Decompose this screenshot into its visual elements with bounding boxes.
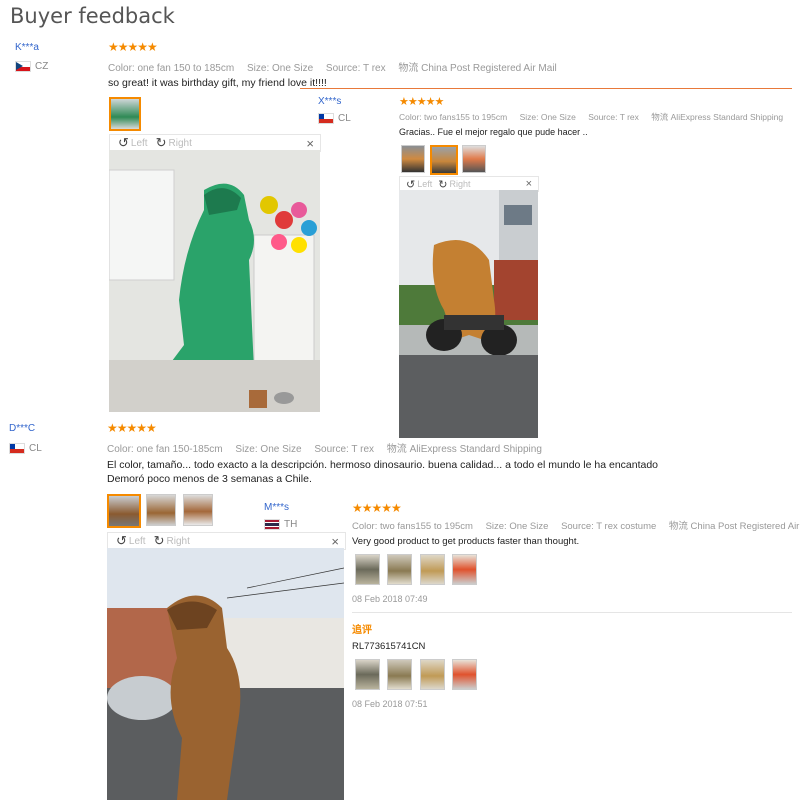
- review-photo-thumb[interactable]: [107, 494, 141, 528]
- review-photo-thumb[interactable]: [355, 554, 380, 585]
- reviewer-name[interactable]: K***a: [15, 42, 39, 53]
- rating-stars: ★★★★★: [107, 421, 157, 435]
- order-source: Source: T rex: [588, 112, 639, 122]
- rotate-left-icon: ↺: [406, 178, 416, 191]
- rotate-left-label: Left: [128, 535, 146, 547]
- rotate-left-icon: ↺: [118, 135, 129, 150]
- review-photo-large: [107, 548, 344, 800]
- country-code: TH: [284, 519, 298, 530]
- followup-label: 追评: [352, 625, 372, 636]
- review-photo-thumb[interactable]: [420, 554, 445, 585]
- flag-cl-icon: [318, 113, 334, 124]
- rotate-left-button[interactable]: ↺ Left: [118, 135, 148, 151]
- order-size: Size: One Size: [519, 112, 576, 122]
- review-photo-thumb[interactable]: [401, 145, 425, 173]
- page-title: Buyer feedback: [10, 4, 175, 28]
- review-photo-thumb[interactable]: [387, 659, 412, 690]
- review-text: so great! it was birthday gift, my frien…: [108, 77, 327, 89]
- review-photo-thumb[interactable]: [146, 494, 176, 526]
- close-viewer-button[interactable]: ×: [331, 534, 339, 549]
- order-color: Color: one fan 150 to 185cm: [108, 63, 235, 74]
- review-text: Demoró poco menos de 3 semanas a Chile.: [107, 473, 312, 485]
- order-size: Size: One Size: [235, 444, 302, 455]
- flag-cl-icon: [9, 443, 25, 454]
- order-shipping: 物流 AliExpress Standard Shipping: [651, 112, 784, 122]
- rotate-right-button[interactable]: ↻ Right: [438, 178, 470, 191]
- order-shipping: 物流 China Post Registered Air Mail: [668, 521, 800, 532]
- review-photo-thumb[interactable]: [452, 659, 477, 690]
- reviewer-country: TH: [264, 519, 297, 530]
- order-info: Color: two fans155 to 195cm Size: One Si…: [399, 111, 793, 123]
- order-shipping: 物流 China Post Registered Air Mail: [398, 63, 557, 74]
- rotate-right-icon: ↻: [438, 178, 448, 191]
- close-viewer-button[interactable]: ×: [526, 178, 532, 190]
- review-photo-thumb[interactable]: [430, 145, 458, 175]
- review-date: 08 Feb 2018 07:49: [352, 594, 428, 604]
- rotate-right-button[interactable]: ↻ Right: [156, 135, 192, 151]
- reviewer-name[interactable]: X***s: [318, 96, 341, 107]
- order-shipping: 物流 AliExpress Standard Shipping: [386, 444, 542, 455]
- reviewer-country: CL: [318, 113, 351, 124]
- reviewer-name[interactable]: M***s: [264, 502, 289, 513]
- rotate-right-button[interactable]: ↻ Right: [154, 533, 190, 549]
- order-info: Color: one fan 150-185cm Size: One Size …: [107, 440, 552, 455]
- review-text: Very good product to get products faster…: [352, 536, 580, 547]
- order-color: Color: two fans155 to 195cm: [352, 521, 473, 532]
- review-photo-thumb[interactable]: [452, 554, 477, 585]
- rating-stars: ★★★★★: [108, 40, 158, 54]
- rotate-left-button[interactable]: ↺ Left: [406, 178, 432, 191]
- review-photo-thumb[interactable]: [462, 145, 486, 173]
- review-photo-large: [399, 190, 538, 438]
- review-photo-thumb[interactable]: [387, 554, 412, 585]
- review-photo-thumb[interactable]: [420, 659, 445, 690]
- rotate-left-label: Left: [130, 137, 148, 149]
- review-photo-thumb[interactable]: [109, 97, 141, 131]
- order-size: Size: One Size: [485, 521, 549, 532]
- order-color: Color: one fan 150-185cm: [107, 444, 223, 455]
- rotate-right-label: Right: [166, 535, 190, 547]
- country-code: CL: [338, 113, 351, 124]
- order-source: Source: T rex: [325, 63, 386, 74]
- review-text: Gracias.. Fue el mejor regalo que pude h…: [399, 127, 588, 137]
- reviewer-country: CZ: [15, 61, 48, 72]
- country-code: CL: [29, 443, 42, 454]
- review-photo-thumb[interactable]: [355, 659, 380, 690]
- order-size: Size: One Size: [246, 63, 314, 74]
- country-code: CZ: [35, 61, 49, 72]
- review-text: El color, tamaño... todo exacto a la des…: [107, 459, 659, 471]
- rotate-left-label: Left: [417, 179, 433, 189]
- flag-cz-icon: [15, 61, 31, 72]
- rating-stars: ★★★★★: [399, 96, 444, 108]
- order-info: Color: two fans155 to 195cm Size: One Si…: [352, 518, 800, 532]
- rotate-right-icon: ↻: [155, 135, 167, 150]
- flag-th-icon: [264, 519, 280, 530]
- order-source: Source: T rex costume: [561, 521, 657, 532]
- rotate-left-icon: ↺: [116, 533, 127, 548]
- divider: [352, 612, 792, 613]
- reviewer-country: CL: [9, 443, 42, 454]
- followup-text: RL773615741CN: [352, 641, 426, 652]
- reviewer-name[interactable]: D***C: [9, 423, 35, 434]
- order-source: Source: T rex: [314, 444, 375, 455]
- divider: [300, 88, 792, 89]
- rotate-right-icon: ↻: [153, 533, 165, 548]
- followup-date: 08 Feb 2018 07:51: [352, 699, 428, 709]
- review-photo-thumb[interactable]: [183, 494, 213, 526]
- rotate-left-button[interactable]: ↺ Left: [116, 533, 146, 549]
- close-viewer-button[interactable]: ×: [306, 136, 314, 151]
- review-photo-large: [109, 150, 320, 412]
- rotate-right-label: Right: [168, 137, 192, 149]
- order-info: Color: one fan 150 to 185cm Size: One Si…: [108, 59, 567, 74]
- rotate-right-label: Right: [449, 179, 471, 189]
- order-color: Color: two fans155 to 195cm: [399, 112, 508, 122]
- rating-stars: ★★★★★: [352, 501, 402, 515]
